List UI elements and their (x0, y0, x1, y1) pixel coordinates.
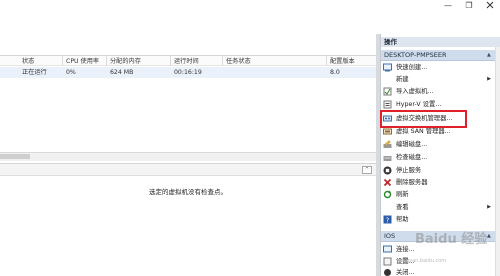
action-label: 新建 (396, 76, 409, 83)
actions-vertical-scrollbar[interactable] (495, 47, 500, 276)
column-header-config-version[interactable]: 配置版本 (330, 57, 355, 66)
remove-server-icon (383, 178, 392, 187)
checkpoints-empty-message: 选定的虚拟机没有检查点。 (149, 188, 227, 196)
column-separator[interactable] (62, 56, 63, 66)
svg-text:?: ? (386, 216, 390, 224)
action-label: 编辑磁盘... (396, 141, 428, 148)
scrollbar-thumb[interactable] (0, 154, 30, 159)
action-label: 刷新 (396, 191, 409, 198)
action-edit-disk[interactable]: 编辑磁盘... (383, 139, 493, 150)
table-row[interactable]: 正在运行 0% 624 MB 00:16:19 8.0 (0, 67, 376, 78)
restore-button[interactable]: ❐ (459, 0, 479, 12)
action-view[interactable]: 查看 ▶ (383, 202, 493, 213)
action-hyperv-settings[interactable]: Hyper-V 设置... (383, 99, 493, 110)
action-inspect-disk[interactable]: 检查磁盘... (383, 152, 493, 163)
inspect-disk-icon (383, 156, 392, 161)
vm-uptime-cell: 00:16:19 (174, 69, 202, 76)
action-label: Hyper-V 设置... (396, 101, 442, 108)
column-header-memory[interactable]: 分配的内存 (110, 57, 141, 66)
action-quick-create[interactable]: 快速创建... (383, 62, 493, 73)
action-import-vm[interactable]: 导入虚拟机... (383, 86, 493, 97)
shutdown-icon (384, 269, 391, 276)
action-new[interactable]: 新建 ▶ (383, 74, 493, 85)
collapse-button[interactable]: ^ (362, 166, 372, 174)
host-group-label: DESKTOP-PMPSEER (384, 51, 447, 59)
column-header-cpu[interactable]: CPU 使用率 (66, 57, 99, 66)
action-label: 帮助 (396, 216, 409, 223)
help-icon: ? (383, 215, 392, 224)
column-separator[interactable] (106, 56, 107, 66)
connect-icon (383, 245, 392, 253)
action-refresh[interactable]: 刷新 (383, 189, 493, 200)
column-header-state[interactable]: 状态 (22, 57, 34, 66)
close-icon (486, 1, 494, 9)
column-header-task-status[interactable]: 任务状态 (226, 57, 251, 66)
action-label: 快速创建... (396, 64, 428, 71)
edit-disk-icon (383, 140, 392, 148)
action-label: 查看 (396, 204, 409, 211)
column-header-uptime[interactable]: 运行时间 (174, 57, 199, 66)
stop-service-icon (383, 166, 392, 175)
vm-config-version-cell: 8.0 (330, 69, 340, 76)
virtual-san-icon (383, 128, 392, 135)
actions-title: 操作 (381, 37, 500, 47)
vm-group-label: IOS (384, 232, 396, 240)
annotation-highlight-box (380, 110, 467, 128)
action-label: 连接... (396, 246, 415, 253)
action-label: 检查磁盘... (396, 154, 428, 161)
action-stop-service[interactable]: 停止服务 (383, 165, 493, 176)
close-button[interactable] (480, 0, 500, 12)
column-separator[interactable] (170, 56, 171, 66)
submenu-arrow-icon: ▶ (487, 204, 491, 210)
import-vm-icon (383, 87, 392, 96)
action-help[interactable]: ? 帮助 (383, 214, 493, 225)
action-shutdown[interactable]: 关闭... (383, 267, 493, 276)
action-label: 导入虚拟机... (396, 88, 434, 95)
action-label: 删除服务器 (396, 179, 428, 186)
checkpoints-header (0, 163, 376, 176)
vm-cpu-cell: 0% (66, 69, 76, 76)
refresh-icon (383, 190, 392, 199)
quick-create-icon (383, 63, 392, 72)
action-remove-server[interactable]: 删除服务器 (383, 177, 493, 188)
minimize-button[interactable]: — (438, 0, 458, 12)
settings-icon (383, 257, 392, 266)
hyperv-settings-icon (383, 100, 392, 109)
vm-state-cell: 正在运行 (22, 69, 47, 76)
column-separator[interactable] (326, 56, 327, 66)
collapse-arrow-icon[interactable]: ▲ (487, 51, 493, 59)
submenu-arrow-icon: ▶ (487, 76, 491, 82)
baidu-watermark-url: jingyan.baidu.com (400, 258, 447, 264)
column-separator[interactable] (222, 56, 223, 66)
action-label: 停止服务 (396, 167, 422, 174)
vm-table-horizontal-scrollbar[interactable] (0, 152, 376, 161)
window-titlebar (0, 0, 500, 14)
action-label: 关闭... (396, 269, 415, 276)
vm-table-header: 状态 CPU 使用率 分配的内存 运行时间 任务状态 配置版本 (0, 55, 376, 66)
actions-group-host[interactable]: DESKTOP-PMPSEER (381, 50, 495, 61)
vm-memory-cell: 624 MB (110, 69, 134, 76)
